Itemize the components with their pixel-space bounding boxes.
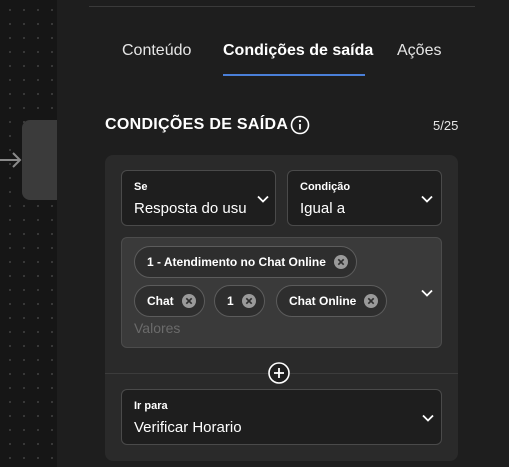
ir-para-select[interactable]: Ir para Verificar Horario [121,389,442,445]
remove-chip-icon[interactable] [241,294,256,308]
ir-para-label: Ir para [134,400,168,412]
condicao-value: Igual a [300,200,346,217]
tab-conteudo[interactable]: Conteúdo [122,40,191,66]
tab-condicoes-de-saida[interactable]: Condições de saída [223,40,373,66]
flow-node[interactable] [22,120,58,200]
remove-chip-icon[interactable] [364,294,379,308]
top-divider [89,6,475,7]
chevron-down-icon [257,195,269,203]
remove-chip-icon[interactable] [333,255,348,269]
add-condition-icon[interactable] [268,362,290,384]
flow-canvas[interactable] [0,0,58,467]
se-label: Se [134,181,148,193]
info-icon[interactable] [290,115,310,135]
ir-para-value: Verificar Horario [134,419,242,436]
values-multiselect[interactable]: 1 - Atendimento no Chat Online Chat 1 Ch… [121,237,442,348]
value-chip: 1 - Atendimento no Chat Online [134,246,357,278]
chevron-down-icon [421,289,433,297]
connector-arrow-icon [0,152,22,168]
remove-chip-icon[interactable] [181,294,196,308]
value-chip-label: Chat [147,294,174,308]
value-chip-label: Chat Online [289,294,357,308]
chevron-down-icon [421,195,433,203]
tab-bar: Conteúdo Condições de saída Ações [57,40,509,80]
condition-card: Se Resposta do usuá Condição Igual a 1 -… [105,155,458,461]
section-title: CONDIÇÕES DE SAÍDA [105,116,289,133]
value-chip: 1 [214,285,265,317]
values-placeholder: Valores [134,320,181,336]
condicao-select[interactable]: Condição Igual a [287,170,442,226]
properties-panel: Conteúdo Condições de saída Ações CONDIÇ… [57,0,509,467]
condicao-label: Condição [300,181,351,193]
chevron-down-icon [422,414,434,422]
value-chip: Chat Online [276,285,388,317]
se-select[interactable]: Se Resposta do usuá [121,170,276,226]
active-tab-indicator [223,74,365,76]
value-chip: Chat [134,285,205,317]
condition-counter: 5/25 [433,118,459,133]
value-chip-label: 1 - Atendimento no Chat Online [147,255,326,269]
value-chip-label: 1 [227,294,234,308]
tab-acoes[interactable]: Ações [397,40,441,66]
se-value: Resposta do usuá [134,200,246,217]
